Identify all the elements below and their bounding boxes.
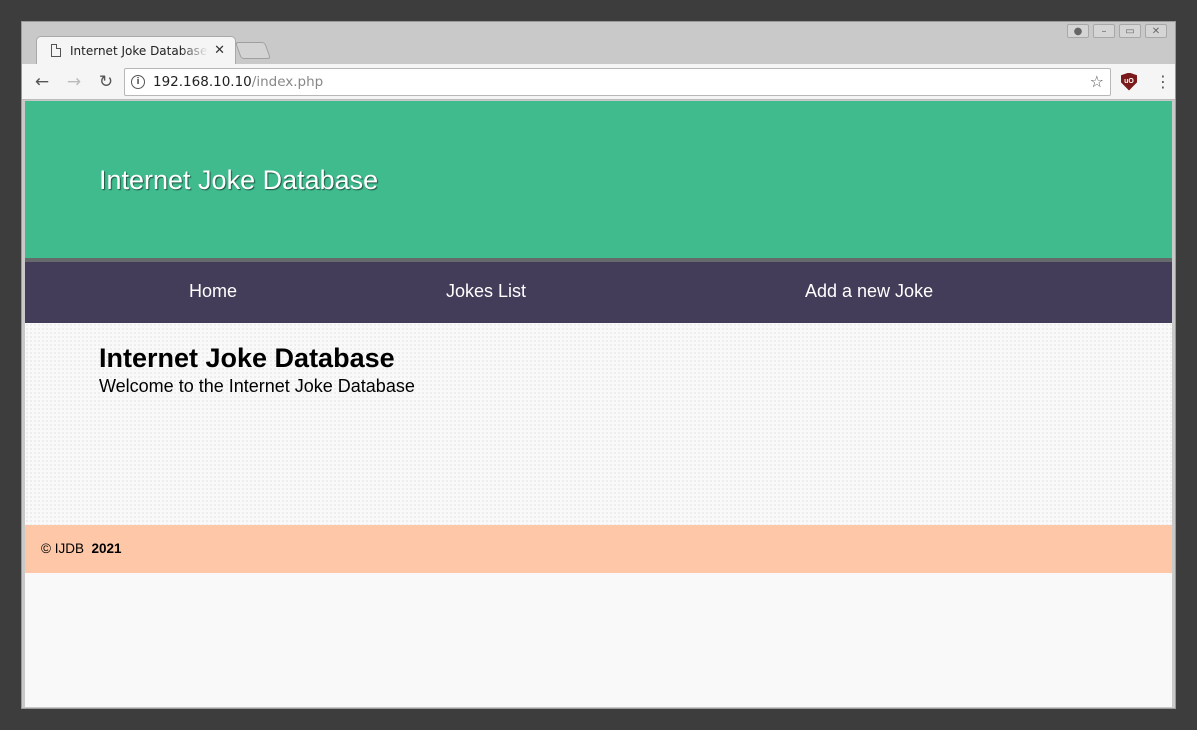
page-heading: Internet Joke Database [99, 343, 395, 373]
nav-link-add-joke[interactable]: Add a new Joke [805, 281, 933, 302]
tab-title: Internet Joke Database [70, 43, 208, 58]
footer-copyright: © IJDB [41, 541, 84, 556]
page-icon [51, 44, 61, 57]
info-icon[interactable]: i [131, 74, 145, 89]
browser-tab[interactable]: Internet Joke Database ✕ [36, 36, 236, 64]
new-tab-button[interactable] [234, 42, 272, 59]
window-controls: ● – ▭ ✕ [1067, 24, 1167, 38]
nav-link-home[interactable]: Home [189, 281, 237, 302]
url-path: /index.php [251, 73, 324, 90]
minimize-button[interactable]: – [1093, 24, 1115, 38]
browser-window: Internet Joke Database ✕ ● – ▭ ✕ ← → ↻ i… [21, 21, 1176, 709]
ublock-extension-icon[interactable]: uO [1121, 72, 1137, 91]
page-viewport: Internet Joke Database Home Jokes List A… [25, 101, 1172, 707]
address-bar[interactable]: i 192.168.10.10/index.php ☆ [124, 67, 1111, 96]
close-window-button[interactable]: ✕ [1145, 24, 1167, 38]
reload-icon[interactable]: ↻ [94, 70, 118, 94]
site-header: Internet Joke Database [25, 101, 1172, 262]
maximize-button[interactable]: ▭ [1119, 24, 1141, 38]
back-icon[interactable]: ← [30, 70, 54, 94]
footer-text: © IJDB 2021 [41, 541, 122, 556]
footer-year: 2021 [91, 541, 122, 556]
nav-link-jokes-list[interactable]: Jokes List [446, 281, 526, 302]
tab-strip: Internet Joke Database ✕ ● – ▭ ✕ [22, 22, 1175, 64]
bookmark-star-icon[interactable]: ☆ [1090, 72, 1104, 91]
url-host: 192.168.10.10 [153, 73, 252, 90]
welcome-text: Welcome to the Internet Joke Database [99, 376, 415, 396]
profile-icon[interactable]: ● [1067, 24, 1089, 38]
site-title: Internet Joke Database [99, 165, 379, 195]
site-footer: © IJDB 2021 [25, 525, 1172, 573]
browser-menu-icon[interactable]: ⋮ [1155, 72, 1171, 91]
main-content: Internet Joke Database Welcome to the In… [25, 323, 1172, 525]
forward-icon[interactable]: → [62, 70, 86, 94]
close-tab-icon[interactable]: ✕ [214, 43, 225, 58]
browser-toolbar: ← → ↻ i 192.168.10.10/index.php ☆ uO ⋮ [22, 64, 1175, 100]
site-nav: Home Jokes List Add a new Joke [25, 262, 1172, 323]
